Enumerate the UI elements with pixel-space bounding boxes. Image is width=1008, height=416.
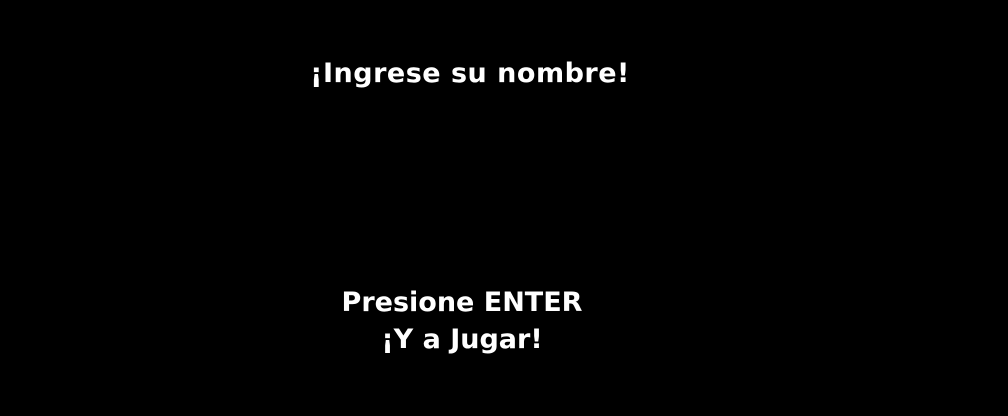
name-entry-screen: ¡Ingrese su nombre! Presione ENTER ¡Y a … [0, 0, 1008, 416]
press-enter-text: Presione ENTER [341, 287, 583, 318]
start-prompt: Presione ENTER ¡Y a Jugar! [312, 284, 612, 358]
player-name-input[interactable] [330, 170, 610, 204]
enter-name-title: ¡Ingrese su nombre! [310, 58, 630, 89]
lets-play-text: ¡Y a Jugar! [381, 324, 543, 355]
